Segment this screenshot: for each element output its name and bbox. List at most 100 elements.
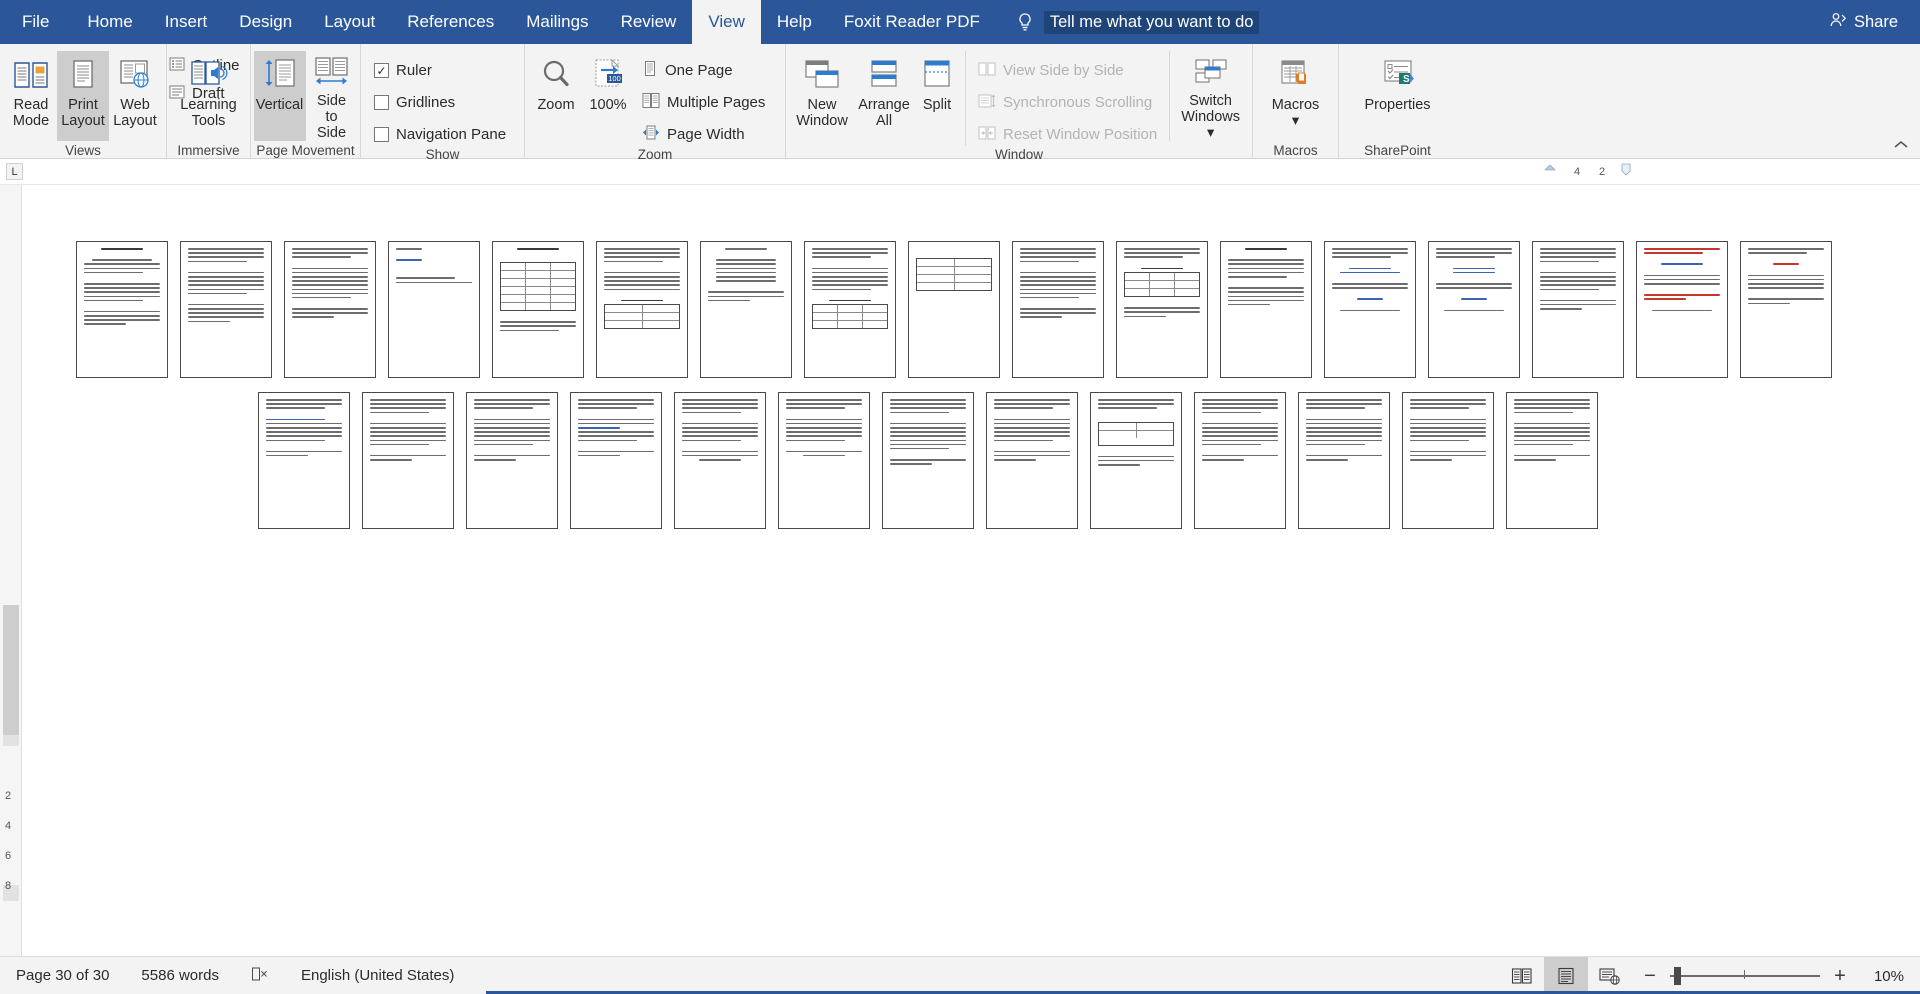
new-window-button[interactable]: New Window [791, 51, 853, 141]
page-thumbnail[interactable] [180, 241, 272, 378]
read-mode-button[interactable]: Read Mode [5, 51, 57, 141]
tab-review[interactable]: Review [605, 0, 693, 44]
page-thumbnail[interactable] [492, 241, 584, 378]
read-mode-view-button[interactable] [1500, 957, 1544, 994]
page-thumbnail[interactable] [1740, 241, 1832, 378]
svg-text:✕: ✕ [260, 969, 268, 980]
switch-windows-button[interactable]: Switch Windows ▾ [1174, 51, 1247, 141]
ruler[interactable]: L 4 2 [0, 159, 1920, 185]
page-thumbnail[interactable] [388, 241, 480, 378]
word-count[interactable]: 5586 words [125, 967, 235, 984]
print-layout-button[interactable]: Print Layout [57, 51, 109, 141]
zoom-100-button[interactable]: 100 100% [582, 51, 634, 141]
checkbox-gridlines[interactable] [374, 95, 389, 110]
page-width-button[interactable]: Page Width [642, 123, 765, 146]
zoom-out-button[interactable]: − [1640, 966, 1660, 986]
page-thumbnail[interactable] [778, 392, 870, 529]
proofing-status[interactable]: ✕ [235, 966, 285, 986]
learning-tools-button[interactable]: Learning Tools [174, 51, 242, 141]
page-thumbnail[interactable] [1298, 392, 1390, 529]
document-canvas[interactable]: 2 4 6 8 [0, 185, 1920, 956]
tab-home[interactable]: Home [71, 0, 148, 44]
page-thumbnail[interactable] [804, 241, 896, 378]
zoom-in-button[interactable]: + [1830, 966, 1850, 986]
web-layout-view-button[interactable] [1588, 957, 1632, 994]
side-to-side-button[interactable]: Side to Side [306, 51, 358, 141]
page-thumbnail[interactable] [466, 392, 558, 529]
tell-me-text[interactable]: Tell me what you want to do [1043, 10, 1260, 34]
page-thumbnail[interactable] [1220, 241, 1312, 378]
macros-dropdown-icon[interactable]: ▾ [1292, 113, 1299, 129]
ruler-right-segment[interactable]: 4 2 [1544, 162, 1635, 181]
page-thumbnail[interactable] [700, 241, 792, 378]
zoom-slider[interactable]: − + [1632, 966, 1858, 986]
navigation-pane-label: Navigation Pane [396, 126, 507, 143]
page-thumbnail[interactable] [1194, 392, 1286, 529]
page-thumbnail[interactable] [882, 392, 974, 529]
tab-insert[interactable]: Insert [149, 0, 224, 44]
collapse-ribbon-button[interactable] [1892, 138, 1910, 154]
reset-window-position-button[interactable]: Reset Window Position [978, 123, 1157, 146]
vertical-label-1: Vertical [255, 97, 304, 113]
ruler-checkbox[interactable]: ✓ Ruler [374, 59, 506, 82]
page-thumbnail[interactable] [674, 392, 766, 529]
zoom-slider-thumb[interactable] [1674, 967, 1681, 985]
synchronous-scrolling-button[interactable]: Synchronous Scrolling [978, 91, 1157, 114]
tab-help-label: Help [776, 12, 812, 31]
page-thumbnail[interactable] [570, 392, 662, 529]
checkbox-ruler[interactable]: ✓ [374, 63, 389, 78]
split-button[interactable]: Split [915, 51, 959, 141]
print-layout-view-button[interactable] [1544, 957, 1588, 994]
page-thumbnail[interactable] [1012, 241, 1104, 378]
page-thumbnail[interactable] [1116, 241, 1208, 378]
arrange-all-button[interactable]: Arrange All [853, 51, 915, 141]
checkbox-navigation-pane[interactable] [374, 127, 389, 142]
properties-button[interactable]: S Properties [1353, 51, 1443, 141]
tab-foxit-reader-pdf[interactable]: Foxit Reader PDF [828, 0, 996, 44]
tab-layout[interactable]: Layout [308, 0, 391, 44]
page-indicator[interactable]: Page 30 of 30 [0, 967, 125, 984]
page-thumbnail[interactable] [1090, 392, 1182, 529]
language-indicator[interactable]: English (United States) [285, 967, 470, 984]
chevron-down-icon[interactable]: ▾ [1207, 125, 1214, 141]
tab-file[interactable]: File [0, 0, 71, 44]
page-thumbnail[interactable] [1506, 392, 1598, 529]
page-thumbnail[interactable] [1402, 392, 1494, 529]
share-label: Share [1853, 12, 1898, 31]
vertical-scrollbar[interactable]: 2 4 6 8 [0, 185, 22, 956]
scrollbar-thumb[interactable] [3, 605, 19, 735]
page-thumbnail[interactable] [1532, 241, 1624, 378]
macros-button[interactable]: Macros ▾ [1266, 51, 1326, 141]
tab-design[interactable]: Design [223, 0, 308, 44]
zoom-slider-track[interactable] [1670, 967, 1820, 985]
page-thumbnail[interactable] [1428, 241, 1520, 378]
share-person-icon [1829, 11, 1847, 34]
page-thumbnail[interactable] [284, 241, 376, 378]
zoom-button[interactable]: Zoom [530, 51, 582, 141]
page-thumbnail[interactable] [1636, 241, 1728, 378]
tab-view[interactable]: View [692, 0, 761, 44]
vertical-button[interactable]: Vertical [253, 51, 306, 141]
tell-me-box[interactable]: Tell me what you want to do [1014, 0, 1260, 44]
tab-references[interactable]: References [391, 0, 510, 44]
page-thumbnail[interactable] [362, 392, 454, 529]
tab-stop-selector[interactable]: L [6, 163, 23, 180]
page-thumbnail[interactable] [1324, 241, 1416, 378]
page-thumbnail[interactable] [986, 392, 1078, 529]
zoom-level[interactable]: 10% [1858, 968, 1914, 985]
page-thumbnail[interactable] [596, 241, 688, 378]
tab-help[interactable]: Help [761, 0, 828, 44]
share-button[interactable]: Share [1821, 0, 1906, 44]
page-thumbnail[interactable] [908, 241, 1000, 378]
tab-mailings[interactable]: Mailings [510, 0, 604, 44]
view-side-by-side-button[interactable]: View Side by Side [978, 59, 1157, 82]
navigation-pane-checkbox[interactable]: Navigation Pane [374, 123, 506, 146]
ribbon-group-zoom: Zoom 100 100% One Page Multiple Pages Pa… [524, 44, 785, 162]
multiple-pages-button[interactable]: Multiple Pages [642, 91, 765, 114]
one-page-button[interactable]: One Page [642, 59, 765, 82]
web-layout-button[interactable]: Web Layout [109, 51, 161, 141]
gridlines-checkbox[interactable]: Gridlines [374, 91, 506, 114]
page-thumbnail[interactable] [258, 392, 350, 529]
page-thumbnail[interactable] [76, 241, 168, 378]
thumbnail-table [812, 304, 888, 330]
